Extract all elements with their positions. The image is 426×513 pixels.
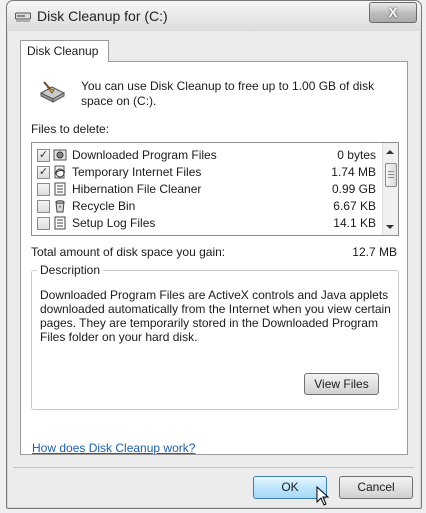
tab-panel: You can use Disk Cleanup to free up to 1… bbox=[20, 61, 408, 455]
files-to-delete-label: Files to delete: bbox=[31, 122, 110, 136]
scroll-up-arrow-icon[interactable] bbox=[386, 150, 394, 154]
close-button[interactable]: X bbox=[369, 2, 417, 23]
disk-cleanup-broom-icon bbox=[39, 81, 66, 103]
scroll-thumb[interactable] bbox=[385, 163, 397, 187]
document-icon bbox=[54, 216, 66, 230]
total-space-label: Total amount of disk space you gain: bbox=[31, 245, 226, 259]
list-item[interactable]: Recycle Bin 6.67 KB bbox=[32, 198, 382, 215]
dialog-client: Disk Cleanup You can use Disk Cleanup to… bbox=[13, 31, 414, 506]
downloaded-files-icon bbox=[53, 149, 67, 161]
list-item[interactable]: ✓ Temporary Internet Files 1.74 MB bbox=[32, 164, 382, 181]
item-name: Hibernation File Cleaner bbox=[72, 182, 202, 196]
recycle-bin-icon bbox=[55, 200, 65, 213]
checkbox[interactable]: ✓ bbox=[37, 149, 50, 162]
intro-text: You can use Disk Cleanup to free up to 1… bbox=[81, 79, 375, 108]
internet-files-icon bbox=[54, 165, 66, 179]
item-size: 6.67 KB bbox=[333, 199, 376, 213]
item-size: 0 bytes bbox=[337, 148, 376, 162]
item-size: 0.99 GB bbox=[331, 182, 376, 196]
item-name: Setup Log Files bbox=[72, 216, 156, 230]
item-name: Downloaded Program Files bbox=[72, 148, 217, 162]
grip-line bbox=[388, 171, 394, 172]
item-size: 1.74 MB bbox=[331, 165, 376, 179]
list-item[interactable]: Hibernation File Cleaner 0.99 GB bbox=[32, 181, 382, 198]
document-icon bbox=[54, 182, 66, 196]
checkbox[interactable] bbox=[37, 183, 50, 196]
files-listbox[interactable]: ✓ Downloaded Program Files 0 bytes ✓ Tem… bbox=[31, 142, 399, 236]
item-name: Temporary Internet Files bbox=[72, 165, 202, 179]
description-legend: Description bbox=[37, 263, 104, 277]
grip-line bbox=[388, 174, 394, 175]
close-icon: X bbox=[388, 5, 398, 20]
title-bar[interactable]: Disk Cleanup for (C:) X bbox=[7, 1, 421, 31]
checkbox[interactable] bbox=[37, 217, 50, 230]
list-scrollbar[interactable] bbox=[382, 143, 398, 235]
checkbox[interactable] bbox=[37, 200, 50, 213]
description-text: Downloaded Program Files are ActiveX con… bbox=[40, 288, 391, 344]
help-link[interactable]: How does Disk Cleanup work? bbox=[32, 441, 195, 455]
list-item[interactable]: Setup Log Files 14.1 KB bbox=[32, 215, 382, 232]
window-title: Disk Cleanup for (C:) bbox=[37, 8, 168, 24]
item-size: 14.1 KB bbox=[333, 216, 376, 230]
checkbox[interactable]: ✓ bbox=[37, 166, 50, 179]
cancel-button[interactable]: Cancel bbox=[339, 476, 413, 499]
total-space-value: 12.7 MB bbox=[352, 245, 397, 259]
list-item[interactable]: ✓ Downloaded Program Files 0 bytes bbox=[32, 147, 382, 164]
grip-line bbox=[388, 177, 394, 178]
view-files-button[interactable]: View Files bbox=[304, 373, 379, 395]
disk-cleanup-window: Disk Cleanup for (C:) X Disk Cleanup You… bbox=[6, 0, 422, 509]
mouse-pointer-icon bbox=[316, 486, 330, 506]
divider bbox=[13, 467, 414, 468]
tab-disk-cleanup[interactable]: Disk Cleanup bbox=[20, 40, 109, 62]
item-name: Recycle Bin bbox=[72, 199, 136, 213]
scroll-down-arrow-icon[interactable] bbox=[386, 225, 394, 229]
disk-cleanup-icon bbox=[15, 12, 31, 22]
